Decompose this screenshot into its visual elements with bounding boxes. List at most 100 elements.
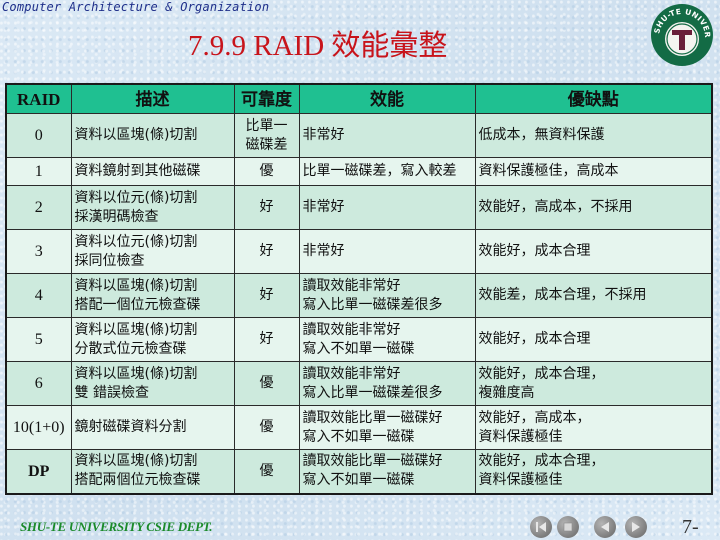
performance-cell: 讀取效能非常好寫入比單一磁碟差很多 (298, 273, 476, 318)
reliability-cell-line: 好 (259, 331, 274, 347)
description-cell: 資料鏡射到其他磁碟 (70, 157, 235, 186)
reliability-cell: 比單一 磁碟差 (233, 113, 300, 158)
column-header-raid: RAID (5, 83, 72, 114)
description-cell: 資料以位元(條)切割 採同位檢查 (70, 229, 235, 274)
performance-cell-line: 非常好 (302, 199, 345, 215)
slide-title: 7.9.9 RAID 效能彙整 (188, 30, 448, 62)
pros-cons-cell-line: 效能好，成本合理， (478, 365, 605, 382)
table-row: DP 資料以區塊(條)切割 搭配兩個位元檢查碟 優 讀取效能比單一磁碟好 寫入不如單一磁碟… (5, 449, 713, 494)
description-cell-line: 鏡射磁碟資料分割 (74, 419, 187, 435)
description-cell-line: 資料以區塊(條)切割 (74, 127, 198, 143)
performance-cell: 非常好 (298, 113, 476, 158)
course-title: Computer Architecture & Organization (2, 0, 270, 14)
description-cell: 資料以區塊(條)切割 搭配兩個位元檢查碟 (70, 449, 235, 494)
raid-level-cell: 2 (5, 185, 72, 230)
description-cell-line: 分散式位元檢查碟 (74, 340, 187, 357)
table-row: 3 資料以位元(條)切割 採同位檢查 好 非常好 效能好，成本合理 (5, 229, 713, 274)
description-cell-line: 資料以區塊(條)切割 (74, 277, 198, 294)
description-cell-line: 採漢明碼檢查 (74, 208, 159, 225)
performance-cell: 讀取效能比單一磁碟好 寫入不如單一磁碟 (298, 405, 476, 450)
triangle-left-icon (601, 522, 609, 532)
pros-cons-cell-line: 資料保護極佳，高成本 (478, 163, 619, 179)
pros-cons-cell-line: 效能好，高成本， (478, 409, 591, 426)
description-cell-line: 搭配兩個位元檢查碟 (74, 472, 201, 489)
university-logo: SHU-TE UNIVERSITY (650, 3, 713, 66)
performance-cell: 比單一磁碟差，寫入較差 (298, 157, 476, 186)
next-slide-button[interactable] (625, 516, 647, 538)
description-cell-line: 資料鏡射到其他磁碟 (74, 163, 201, 179)
performance-cell-line: 非常好 (302, 127, 345, 143)
table-row: 0 資料以區塊(條)切割 比單一磁碟差 非常好 低成本，無資料保護 (5, 113, 713, 158)
table-row: 4 資料以區塊(條)切割 搭配一個位元檢查碟好讀取效能非常好 寫入比單一磁碟差很多 效能… (5, 273, 713, 318)
description-cell: 資料以位元(條)切割 採漢明碼檢查 (70, 185, 235, 230)
performance-cell-line: 讀取效能非常好 (302, 365, 401, 382)
table-row: 5 資料以區塊(條)切割 分散式位元檢查碟好讀取效能非常好 寫入不如單一磁碟 效能好，成… (5, 317, 713, 362)
pros-cons-cell: 效能好，成本合理， 複雜度高 (474, 361, 713, 406)
reliability-cell: 好 (233, 229, 300, 274)
description-cell: 資料以區塊(條)切割 分散式位元檢查碟 (70, 317, 235, 362)
triangle-right-icon (632, 522, 640, 532)
stop-button[interactable] (557, 516, 579, 538)
reliability-cell-line: 比單一 (245, 117, 288, 134)
reliability-cell: 優 (233, 449, 300, 494)
pros-cons-cell: 效能差，成本合理，不採用 (474, 273, 713, 318)
performance-cell: 讀取效能比單一磁碟好 寫入不如單一磁碟 (298, 449, 476, 494)
pros-cons-cell-line: 效能好，成本合理 (478, 331, 591, 347)
skip-back-icon (536, 522, 546, 532)
raid-level-cell: DP (5, 449, 72, 494)
reliability-cell-line: 優 (259, 375, 274, 391)
description-cell-line: 資料以區塊(條)切割 (74, 365, 198, 382)
first-slide-button[interactable] (530, 516, 552, 538)
reliability-cell-line: 好 (259, 243, 274, 259)
raid-level-cell: 0 (5, 113, 72, 158)
pros-cons-cell: 效能好，成本合理， 資料保護極佳 (474, 449, 713, 494)
raid-level-cell: 5 (5, 317, 72, 362)
pros-cons-cell: 資料保護極佳，高成本 (474, 157, 713, 186)
pros-cons-cell-line: 複雜度高 (478, 384, 535, 401)
description-cell-line: 資料以區塊(條)切割 (74, 453, 198, 470)
performance-cell-line: 寫入比單一磁碟差很多 (302, 296, 443, 313)
performance-cell-line: 寫入不如單一磁碟 (302, 340, 415, 357)
pros-cons-cell: 低成本，無資料保護 (474, 113, 713, 158)
reliability-cell-line: 優 (259, 419, 274, 435)
page-number: 7- (682, 516, 699, 538)
raid-level-cell: 1 (5, 157, 72, 186)
reliability-cell-line: 磁碟差 (245, 136, 288, 153)
reliability-cell: 優 (233, 405, 300, 450)
description-cell: 資料以區塊(條)切割 搭配一個位元檢查碟 (70, 273, 235, 318)
raid-level-cell: 4 (5, 273, 72, 318)
description-cell: 資料以區塊(條)切割 (70, 113, 235, 158)
table-row: 1 資料鏡射到其他磁碟 優 比單一磁碟差，寫入較差 資料保護極佳，高成本 (5, 157, 713, 186)
performance-cell-line: 讀取效能非常好 (302, 277, 401, 294)
raid-level-cell: 3 (5, 229, 72, 274)
description-cell-line: 資料以位元(條)切割 (74, 233, 198, 250)
description-cell: 資料以區塊(條)切割雙 錯誤檢查 (70, 361, 235, 406)
description-cell-line: 資料以位元(條)切割 (74, 189, 198, 206)
description-cell-line: 資料以區塊(條)切割 (74, 321, 198, 338)
column-header-reliability: 可靠度 (233, 83, 300, 114)
previous-slide-button[interactable] (594, 516, 616, 538)
reliability-cell: 優 (233, 361, 300, 406)
reliability-cell-line: 優 (259, 163, 274, 179)
performance-cell-line: 讀取效能比單一磁碟好 (302, 409, 443, 426)
pros-cons-cell-line: 效能好，成本合理， (478, 453, 605, 470)
pros-cons-cell-line: 低成本，無資料保護 (478, 127, 605, 143)
pros-cons-cell-line: 資料保護極佳 (478, 428, 563, 445)
table-row: 10(1+0) 鏡射磁碟資料分割優讀取效能比單一磁碟好 寫入不如單一磁碟 效能好，高成… (5, 405, 713, 450)
raid-comparison-table: RAID 描述 可靠度 效能 優缺點 0 資料以區塊(條)切割 比單一 磁碟差 非常好低… (5, 83, 713, 495)
performance-cell-line: 寫入不如單一磁碟 (302, 428, 415, 445)
pros-cons-cell-line: 資料保護極佳 (478, 472, 563, 489)
reliability-cell: 好 (233, 273, 300, 318)
reliability-cell-line: 好 (259, 199, 274, 215)
reliability-cell-line: 好 (259, 287, 274, 303)
table-row: 2 資料以位元(條)切割 採漢明碼檢查 好 非常好 效能好，高成本，不採用 (5, 185, 713, 230)
pros-cons-cell: 效能好，成本合理 (474, 317, 713, 362)
reliability-cell: 好 (233, 317, 300, 362)
performance-cell-line: 比單一磁碟差，寫入較差 (302, 163, 457, 179)
performance-cell-line: 非常好 (302, 243, 345, 259)
raid-level-cell: 6 (5, 361, 72, 406)
footer-department: SHU-TE UNIVERSITY CSIE DEPT. (20, 519, 213, 534)
column-header-pros-cons: 優缺點 (474, 83, 713, 114)
description-cell: 鏡射磁碟資料分割 (70, 405, 235, 450)
column-header-performance: 效能 (298, 83, 476, 114)
